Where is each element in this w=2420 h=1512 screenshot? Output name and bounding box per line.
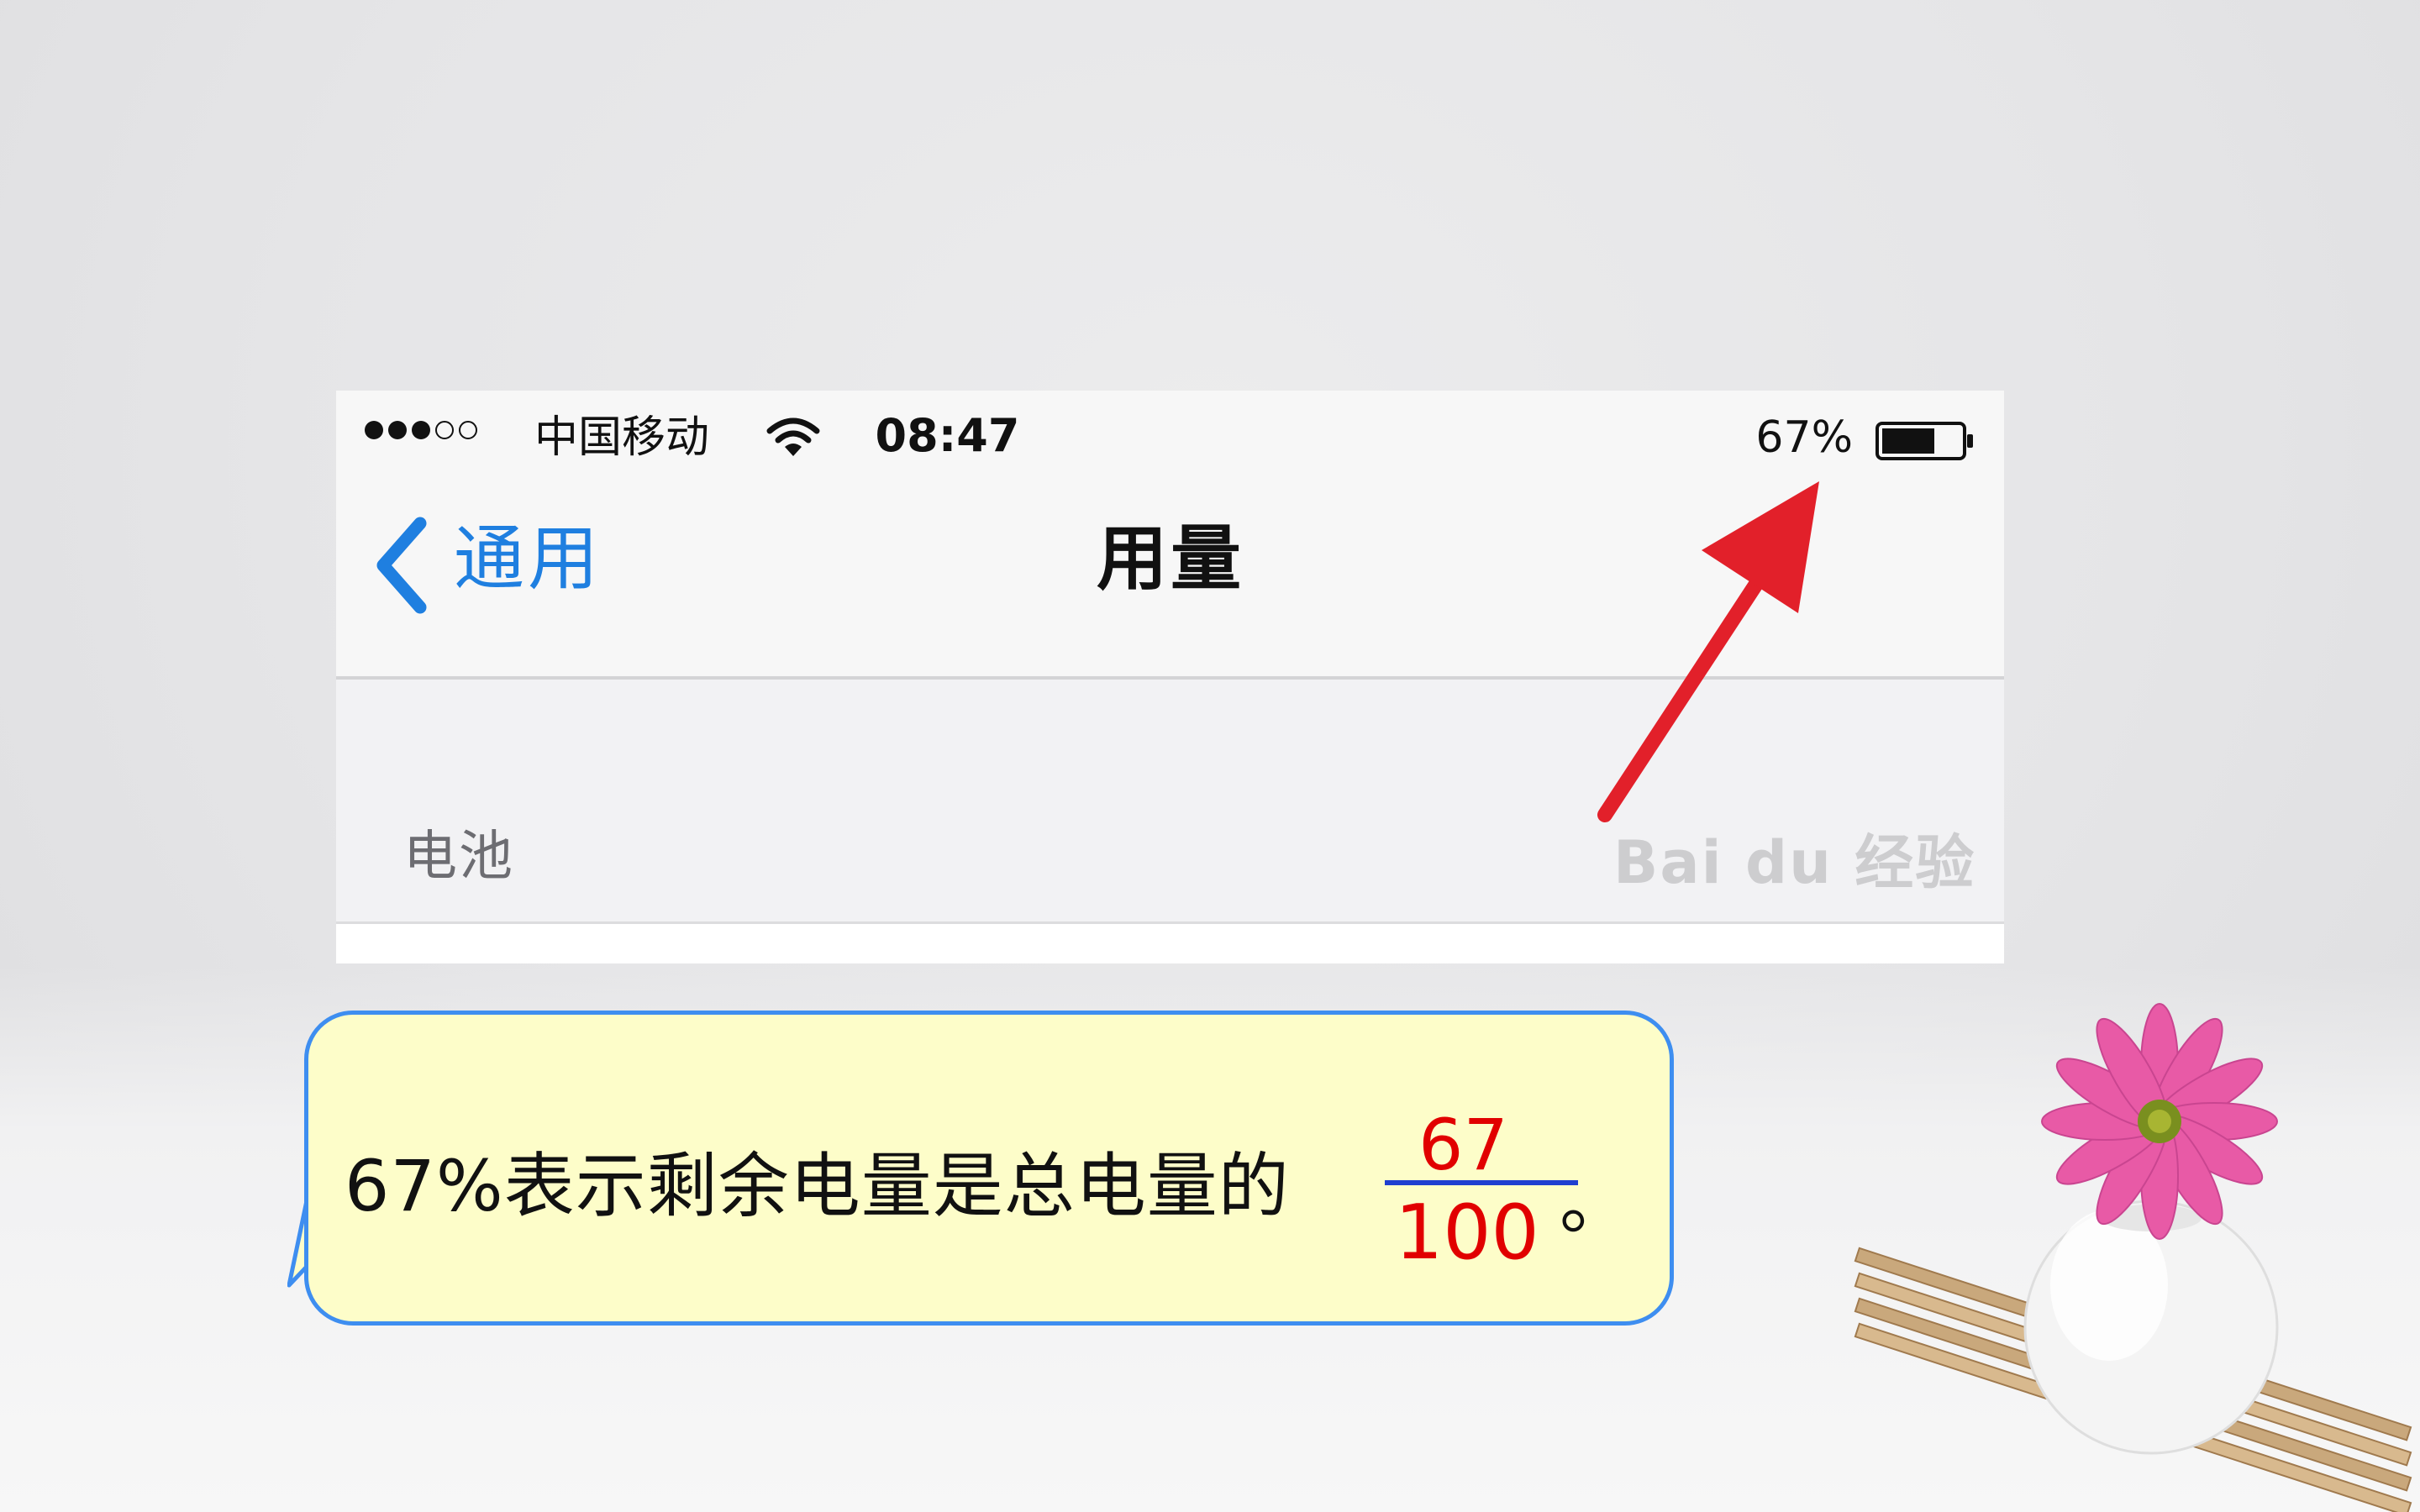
section-divider [336, 921, 2004, 963]
fraction-denominator: 100 [1395, 1189, 1539, 1277]
fraction-bar [1385, 1180, 1578, 1185]
status-bar: 中国移动 08:47 67% [336, 391, 2004, 483]
sentence-period: 。 [1560, 1162, 1631, 1244]
navigation-bar: 通用 用量 [336, 483, 2004, 680]
battery-percentage: 67% [1755, 412, 1853, 463]
phone-screenshot: 中国移动 08:47 67% 通用 用量 电池 Bai du 经验 [336, 391, 2004, 963]
section-header-battery: 电池 [403, 826, 514, 888]
battery-icon [1876, 422, 1973, 460]
fraction-numerator: 67 [1418, 1104, 1508, 1186]
back-button-general[interactable]: 通用 [454, 517, 602, 601]
back-chevron-icon[interactable] [368, 515, 435, 616]
baidu-watermark: Bai du 经验 [1613, 828, 1976, 897]
flower-vase-decoration [1854, 1003, 2412, 1512]
clock-time: 08:47 [875, 409, 1020, 462]
clock: 08:47 [336, 411, 2004, 461]
page-title: 用量 [1097, 517, 1245, 600]
callout-text: 67%表示剩余电量是总电量的 [345, 1145, 1290, 1227]
